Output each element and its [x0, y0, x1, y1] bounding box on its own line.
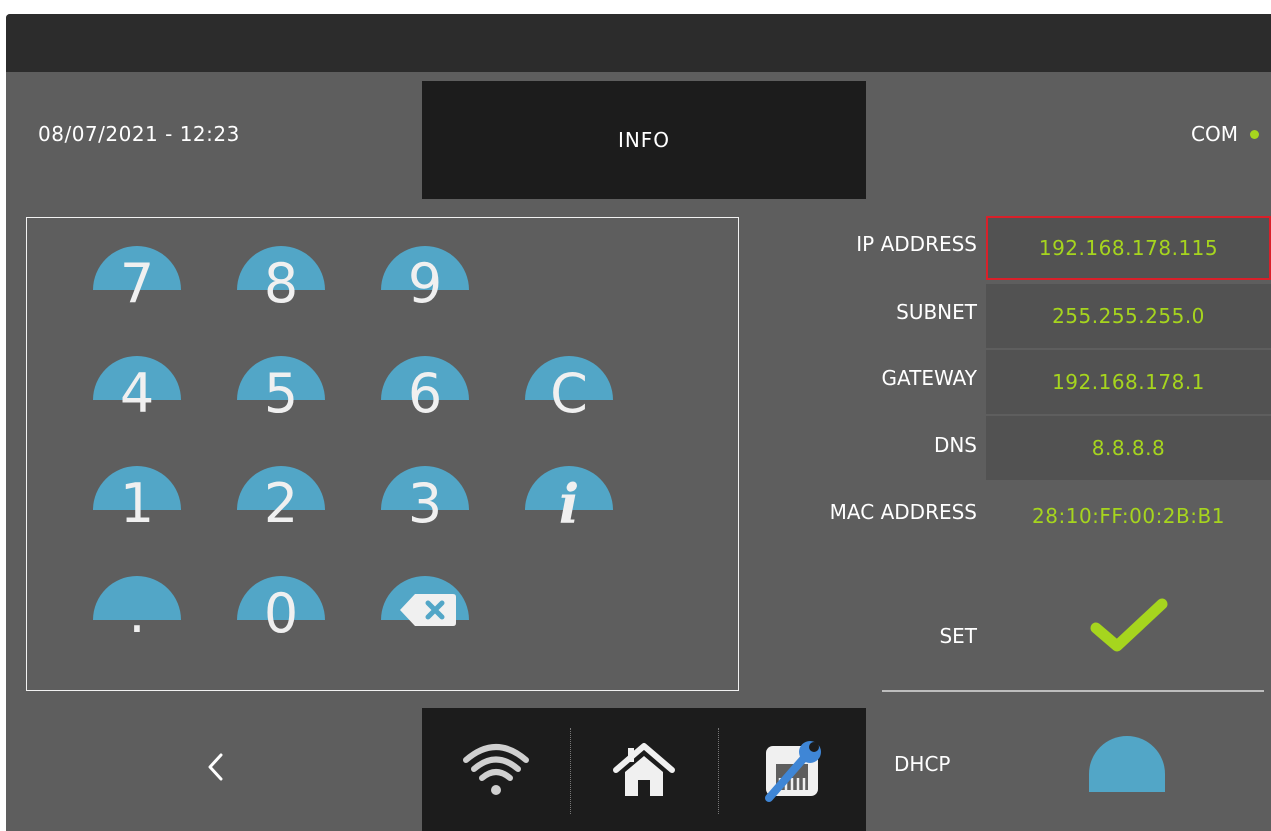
- nav-home[interactable]: [570, 708, 718, 831]
- nav-wifi[interactable]: [422, 708, 570, 831]
- key-8[interactable]: 8: [237, 246, 325, 318]
- ip-address-value: 192.168.178.115: [1038, 236, 1219, 260]
- key-2[interactable]: 2: [237, 466, 325, 538]
- com-status-dot: [1250, 129, 1259, 139]
- nav-settings[interactable]: [718, 708, 866, 831]
- device-screen: 08/07/2021 - 12:23 INFO COM 7 8 9 4 5 6 …: [6, 14, 1271, 831]
- subnet-field[interactable]: 255.255.255.0: [986, 284, 1271, 348]
- subnet-value: 255.255.255.0: [1052, 304, 1205, 328]
- key-backspace[interactable]: [381, 576, 469, 648]
- settings-wrench-icon: [765, 740, 821, 802]
- checkmark-icon[interactable]: [1090, 598, 1168, 654]
- com-label: COM: [1191, 122, 1238, 146]
- wifi-icon: [463, 743, 529, 795]
- dns-field[interactable]: 8.8.8.8: [986, 416, 1271, 480]
- gateway-field[interactable]: 192.168.178.1: [986, 350, 1271, 414]
- key-9[interactable]: 9: [381, 246, 469, 318]
- key-3[interactable]: 3: [381, 466, 469, 538]
- dns-label: DNS: [933, 433, 977, 457]
- dns-value: 8.8.8.8: [1091, 436, 1166, 460]
- datetime: 08/07/2021 - 12:23: [38, 122, 240, 146]
- ip-address-field[interactable]: 192.168.178.115: [986, 216, 1271, 280]
- key-5[interactable]: 5: [237, 356, 325, 428]
- dhcp-label: DHCP: [894, 752, 951, 776]
- key-clear[interactable]: C: [525, 356, 613, 428]
- page-title-text: INFO: [617, 128, 671, 152]
- bottom-nav: [422, 708, 866, 831]
- top-bar: [6, 14, 1271, 72]
- chevron-left-icon: [208, 753, 223, 781]
- home-icon: [613, 742, 675, 796]
- key-1[interactable]: 1: [93, 466, 181, 538]
- numeric-keypad: 7 8 9 4 5 6 C 1 2 3 i . 0: [26, 217, 739, 691]
- mac-address-label: MAC ADDRESS: [829, 500, 977, 524]
- key-info[interactable]: i: [525, 466, 613, 538]
- key-6[interactable]: 6: [381, 356, 469, 428]
- page-title: INFO: [422, 81, 866, 199]
- ip-address-label: IP ADDRESS: [856, 232, 977, 256]
- back-button[interactable]: [196, 742, 236, 792]
- key-4[interactable]: 4: [93, 356, 181, 428]
- info-icon: i: [558, 472, 580, 536]
- divider: [882, 690, 1264, 692]
- gateway-label: GATEWAY: [881, 366, 977, 390]
- com-status: COM: [1191, 122, 1259, 146]
- dhcp-toggle[interactable]: [1089, 736, 1165, 792]
- key-dot[interactable]: .: [93, 576, 181, 648]
- set-label: SET: [939, 624, 977, 648]
- mac-address-value: 28:10:FF:00:2B:B1: [1032, 504, 1225, 528]
- backspace-icon: [400, 594, 456, 626]
- key-7[interactable]: 7: [93, 246, 181, 318]
- gateway-value: 192.168.178.1: [1052, 370, 1205, 394]
- key-0[interactable]: 0: [237, 576, 325, 648]
- subnet-label: SUBNET: [896, 300, 977, 324]
